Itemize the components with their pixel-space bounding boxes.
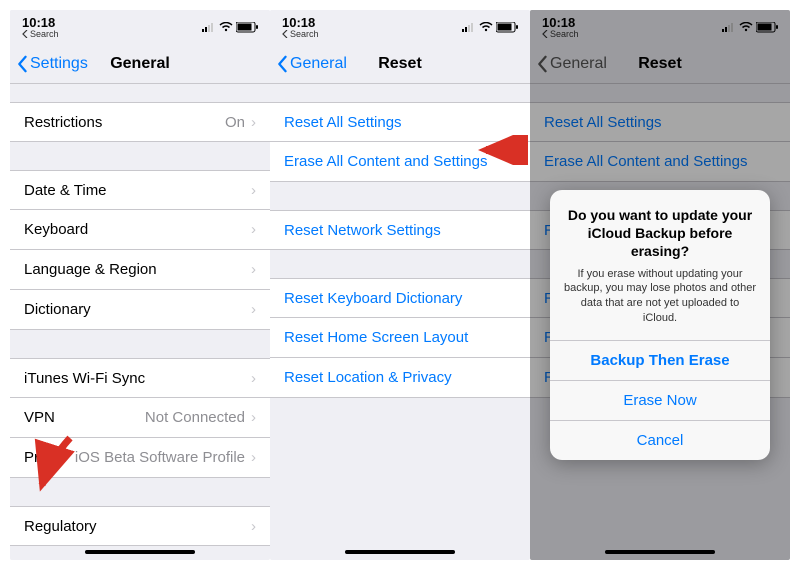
chevron-right-icon: › [251,518,256,535]
alert-message: If you erase without updating your backu… [564,267,756,326]
status-right-icons [722,22,778,33]
row-erase-all-content: Erase All Content and Settings [530,142,790,182]
wifi-icon [479,22,493,32]
status-search-back: Search [542,30,579,39]
row-itunes-wifi-sync[interactable]: iTunes Wi-Fi Sync› [10,358,270,398]
status-time: 10:18 [282,16,315,29]
chevron-right-icon: › [251,182,256,199]
status-bar: 10:18 Search [10,10,270,44]
chevron-left-icon [276,55,288,73]
chevron-right-icon: › [251,221,256,238]
home-indicator[interactable] [85,550,195,554]
chevron-right-icon: › [251,370,256,387]
home-indicator[interactable] [345,550,455,554]
row-reset-home-layout[interactable]: Reset Home Screen Layout [270,318,530,358]
chevron-right-icon: › [251,301,256,318]
nav-bar: General Reset [270,44,530,84]
screen-general: 10:18 Search Settings General Restrictio… [10,10,270,560]
chevron-right-icon: › [251,409,256,426]
alert-erase-now-button[interactable]: Erase Now [550,380,770,420]
wifi-icon [739,22,753,32]
status-bar: 10:18 Search [270,10,530,44]
row-reset-all-settings: Reset All Settings [530,102,790,142]
screen-reset-alert: 10:18 Search General Reset Reset All Set… [530,10,790,560]
status-search-back[interactable]: Search [282,30,319,39]
chevron-right-icon: › [251,449,256,466]
cellular-signal-icon [462,22,476,32]
settings-list: Restrictions On› Date & Time› Keyboard› … [10,102,270,560]
chevron-right-icon: › [251,114,256,131]
wifi-icon [219,22,233,32]
status-right-icons [462,22,518,33]
battery-icon [496,22,518,33]
back-button[interactable]: Settings [10,55,88,73]
nav-bar: Settings General [10,44,270,84]
row-erase-all-content[interactable]: Erase All Content and Settings [270,142,530,182]
row-language-region[interactable]: Language & Region› [10,250,270,290]
cellular-signal-icon [722,22,736,32]
row-reset-all-settings[interactable]: Reset All Settings [270,102,530,142]
battery-icon [756,22,778,33]
nav-bar: General Reset [530,44,790,84]
alert-title: Do you want to update your iCloud Backup… [564,206,756,261]
alert-backup-then-erase-button[interactable]: Backup Then Erase [550,340,770,380]
screen-reset: 10:18 Search General Reset Reset All Set… [270,10,530,560]
reset-list: Reset All Settings Erase All Content and… [270,102,530,398]
chevron-left-icon [16,55,28,73]
back-button[interactable]: General [270,55,347,73]
home-indicator[interactable] [605,550,715,554]
row-regulatory[interactable]: Regulatory› [10,506,270,546]
status-search-back[interactable]: Search [22,30,59,39]
status-time: 10:18 [22,16,55,29]
row-vpn[interactable]: VPNNot Connected› [10,398,270,438]
page-title: Reset [530,55,790,73]
row-profile[interactable]: ProfileiOS Beta Software Profile› [10,438,270,478]
back-button: General [530,55,607,73]
alert-dialog: Do you want to update your iCloud Backup… [550,190,770,460]
row-keyboard[interactable]: Keyboard› [10,210,270,250]
row-date-time[interactable]: Date & Time› [10,170,270,210]
chevron-right-icon: › [251,261,256,278]
row-reset-location-privacy[interactable]: Reset Location & Privacy [270,358,530,398]
row-dictionary[interactable]: Dictionary› [10,290,270,330]
row-reset-keyboard-dict[interactable]: Reset Keyboard Dictionary [270,278,530,318]
battery-icon [236,22,258,33]
status-right-icons [202,22,258,33]
chevron-left-icon [536,55,548,73]
cellular-signal-icon [202,22,216,32]
row-reset-network[interactable]: Reset Network Settings [270,210,530,250]
alert-cancel-button[interactable]: Cancel [550,420,770,460]
status-bar: 10:18 Search [530,10,790,44]
status-time: 10:18 [542,16,575,29]
row-restrictions[interactable]: Restrictions On› [10,102,270,142]
